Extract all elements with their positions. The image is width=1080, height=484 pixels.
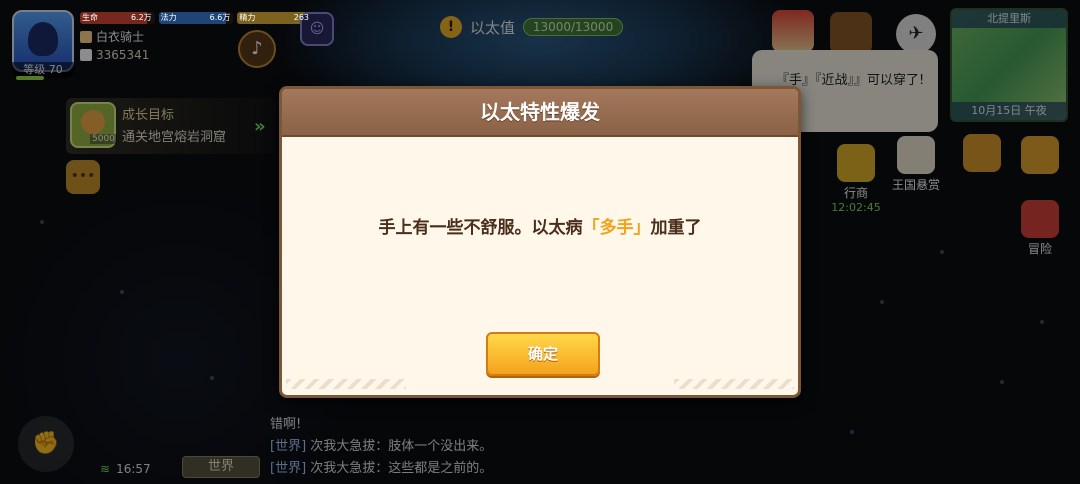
decor-pattern-right	[674, 379, 794, 389]
dialog-title: 以太特性爆发	[480, 100, 600, 124]
ether-burst-dialog: 以太特性爆发 手上有一些不舒服。以太病「多手」加重了 确定	[279, 86, 801, 398]
dialog-highlight: 「多手」	[582, 218, 651, 238]
confirm-button[interactable]: 确定	[486, 332, 600, 376]
dialog-message: 手上有一些不舒服。以太病「多手」加重了	[378, 218, 702, 238]
decor-pattern-left	[286, 379, 406, 389]
